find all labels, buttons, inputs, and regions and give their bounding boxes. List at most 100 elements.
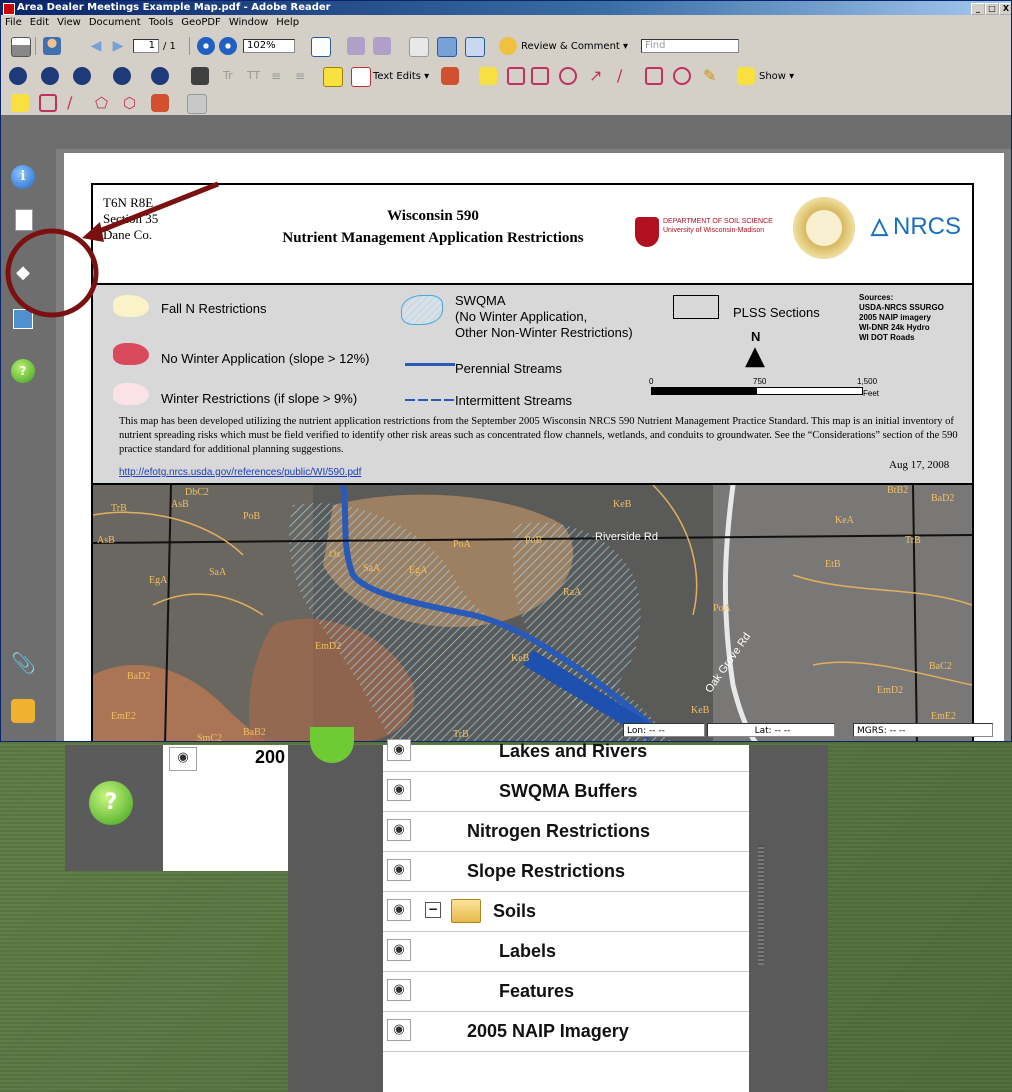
previous-page-icon[interactable]: ◀ [87, 37, 105, 55]
minimize-button[interactable]: _ [971, 3, 985, 15]
markup-icon[interactable] [73, 67, 91, 85]
zoom-select[interactable]: 102% [243, 39, 295, 53]
menu-tools[interactable]: Tools [145, 15, 178, 31]
standard-link[interactable]: http://efotg.nrcs.usda.gov/references/pu… [119, 467, 361, 478]
next-page-icon[interactable]: ▶ [109, 37, 127, 55]
no-winter-label: No Winter Application (slope > 12%) [161, 351, 370, 366]
rectangle-icon[interactable] [645, 67, 663, 85]
page-number-input[interactable]: 1 [133, 39, 159, 53]
eye-icon[interactable]: ◉ [387, 899, 411, 921]
layer-row-naip[interactable]: ◉ 2005 NAIP Imagery [383, 1011, 749, 1052]
soil-label: BaD2 [931, 493, 955, 504]
no-winter-swatch [113, 343, 149, 365]
help-icon[interactable]: ? [11, 359, 35, 383]
stamp-icon[interactable] [441, 67, 459, 85]
help-icon-partial[interactable] [310, 727, 354, 763]
eye-icon[interactable]: ◉ [387, 859, 411, 881]
eye-icon[interactable]: ◉ [387, 939, 411, 961]
collapse-toggle[interactable]: − [425, 902, 441, 918]
close-button[interactable]: X [999, 3, 1011, 15]
pencil-icon[interactable]: ✎ [703, 67, 721, 85]
visibility-eye-icon[interactable]: ◉ [169, 747, 197, 771]
person-icon[interactable] [43, 37, 61, 55]
soil-label: EmE2 [931, 711, 956, 722]
align-icon[interactable]: ≡ [271, 67, 289, 85]
annotation-overlay [5, 181, 219, 318]
justify-icon[interactable]: ≡ [295, 67, 313, 85]
fit-width-icon[interactable] [465, 37, 485, 57]
scale-tick-0: 0 [649, 377, 654, 386]
arrow-icon[interactable]: ↗ [589, 67, 607, 85]
sticky-note-icon[interactable] [323, 67, 343, 87]
menu-view[interactable]: View [53, 15, 85, 31]
comments-icon[interactable] [11, 699, 35, 723]
layer-label: Labels [499, 941, 557, 961]
zoom-out-icon[interactable] [197, 37, 215, 55]
eye-icon[interactable]: ◉ [387, 979, 411, 1001]
menu-help[interactable]: Help [272, 15, 303, 31]
zoom-in-icon[interactable] [219, 37, 237, 55]
review-comment-icon[interactable] [499, 37, 517, 55]
menu-edit[interactable]: Edit [26, 15, 53, 31]
navigate-icon[interactable] [41, 67, 59, 85]
stamp-small-icon[interactable] [151, 94, 169, 112]
review-comment-button[interactable]: Review & Comment ▾ [521, 41, 628, 52]
panel-resize-grip[interactable] [758, 845, 764, 965]
layer-row-lakes[interactable]: ◉ Lakes and Rivers [383, 731, 749, 772]
show-comments-icon[interactable] [737, 67, 755, 85]
scale-bar [651, 387, 863, 395]
layer-row-slope[interactable]: ◉ Slope Restrictions [383, 851, 749, 892]
text-edits-icon[interactable] [351, 67, 371, 87]
menu-file[interactable]: File [1, 15, 26, 31]
oval-icon[interactable] [673, 67, 691, 85]
menu-geopdf[interactable]: GeoPDF [177, 15, 225, 31]
soil-label: Os [329, 549, 341, 560]
fit-page-icon[interactable] [437, 37, 457, 57]
eye-icon[interactable]: ◉ [387, 1019, 411, 1041]
cloud-icon[interactable] [559, 67, 577, 85]
spellcheck-icon[interactable] [311, 37, 331, 57]
gps-icon[interactable] [113, 67, 131, 85]
info-tool-icon[interactable] [151, 67, 169, 85]
text-tool-icon[interactable]: Tr [223, 67, 241, 85]
draw-line-icon[interactable]: ∕ [67, 94, 85, 112]
aerial-map[interactable]: TrB AsB DbC2 PoB AsB EgA SaA Os SaA EgA … [93, 485, 972, 741]
help-icon-large[interactable]: ? [89, 781, 133, 825]
layer-row-swqma[interactable]: ◉ SWQMA Buffers [383, 771, 749, 812]
menu-window[interactable]: Window [225, 15, 272, 31]
eye-icon[interactable]: ◉ [387, 779, 411, 801]
layer-row-soils[interactable]: ◉ − Soils [383, 891, 749, 932]
layer-row-features[interactable]: ◉ Features [383, 971, 749, 1012]
stamp-tool-icon[interactable] [191, 67, 209, 85]
save-icon[interactable] [187, 94, 207, 114]
text-edits-button[interactable]: Text Edits ▾ [373, 71, 429, 82]
soil-label: EmD2 [877, 685, 904, 696]
layer-row-labels[interactable]: ◉ Labels [383, 931, 749, 972]
textbox-icon[interactable] [531, 67, 549, 85]
eye-icon[interactable]: ◉ [387, 819, 411, 841]
intermittent-swatch [405, 399, 455, 401]
box-icon[interactable] [39, 94, 57, 112]
pan-tool-icon[interactable] [9, 67, 27, 85]
hexagon-icon[interactable]: ⬡ [123, 94, 141, 112]
text-small-icon[interactable]: TT [247, 67, 265, 85]
callout-icon[interactable] [507, 67, 525, 85]
north-arrow-icon: ▲ [745, 341, 765, 371]
back-icon[interactable] [347, 37, 365, 55]
polygon-icon[interactable]: ⬠ [95, 94, 113, 112]
show-button[interactable]: Show ▾ [759, 71, 794, 82]
eye-icon[interactable]: ◉ [387, 739, 411, 761]
attachments-icon[interactable]: 📎 [11, 651, 36, 675]
forward-icon[interactable] [373, 37, 391, 55]
find-input[interactable]: Find [641, 39, 739, 53]
note-icon[interactable] [11, 94, 29, 112]
title-bar: Area Dealer Meetings Example Map.pdf - A… [1, 1, 1011, 15]
menu-document[interactable]: Document [85, 15, 145, 31]
line-icon[interactable]: ∕ [617, 67, 635, 85]
print-icon[interactable] [11, 37, 31, 57]
maximize-button[interactable]: □ [985, 3, 999, 15]
highlight-icon[interactable] [479, 67, 497, 85]
soil-label: DbC2 [185, 487, 209, 498]
layer-row-nitrogen[interactable]: ◉ Nitrogen Restrictions [383, 811, 749, 852]
single-page-icon[interactable] [409, 37, 429, 57]
